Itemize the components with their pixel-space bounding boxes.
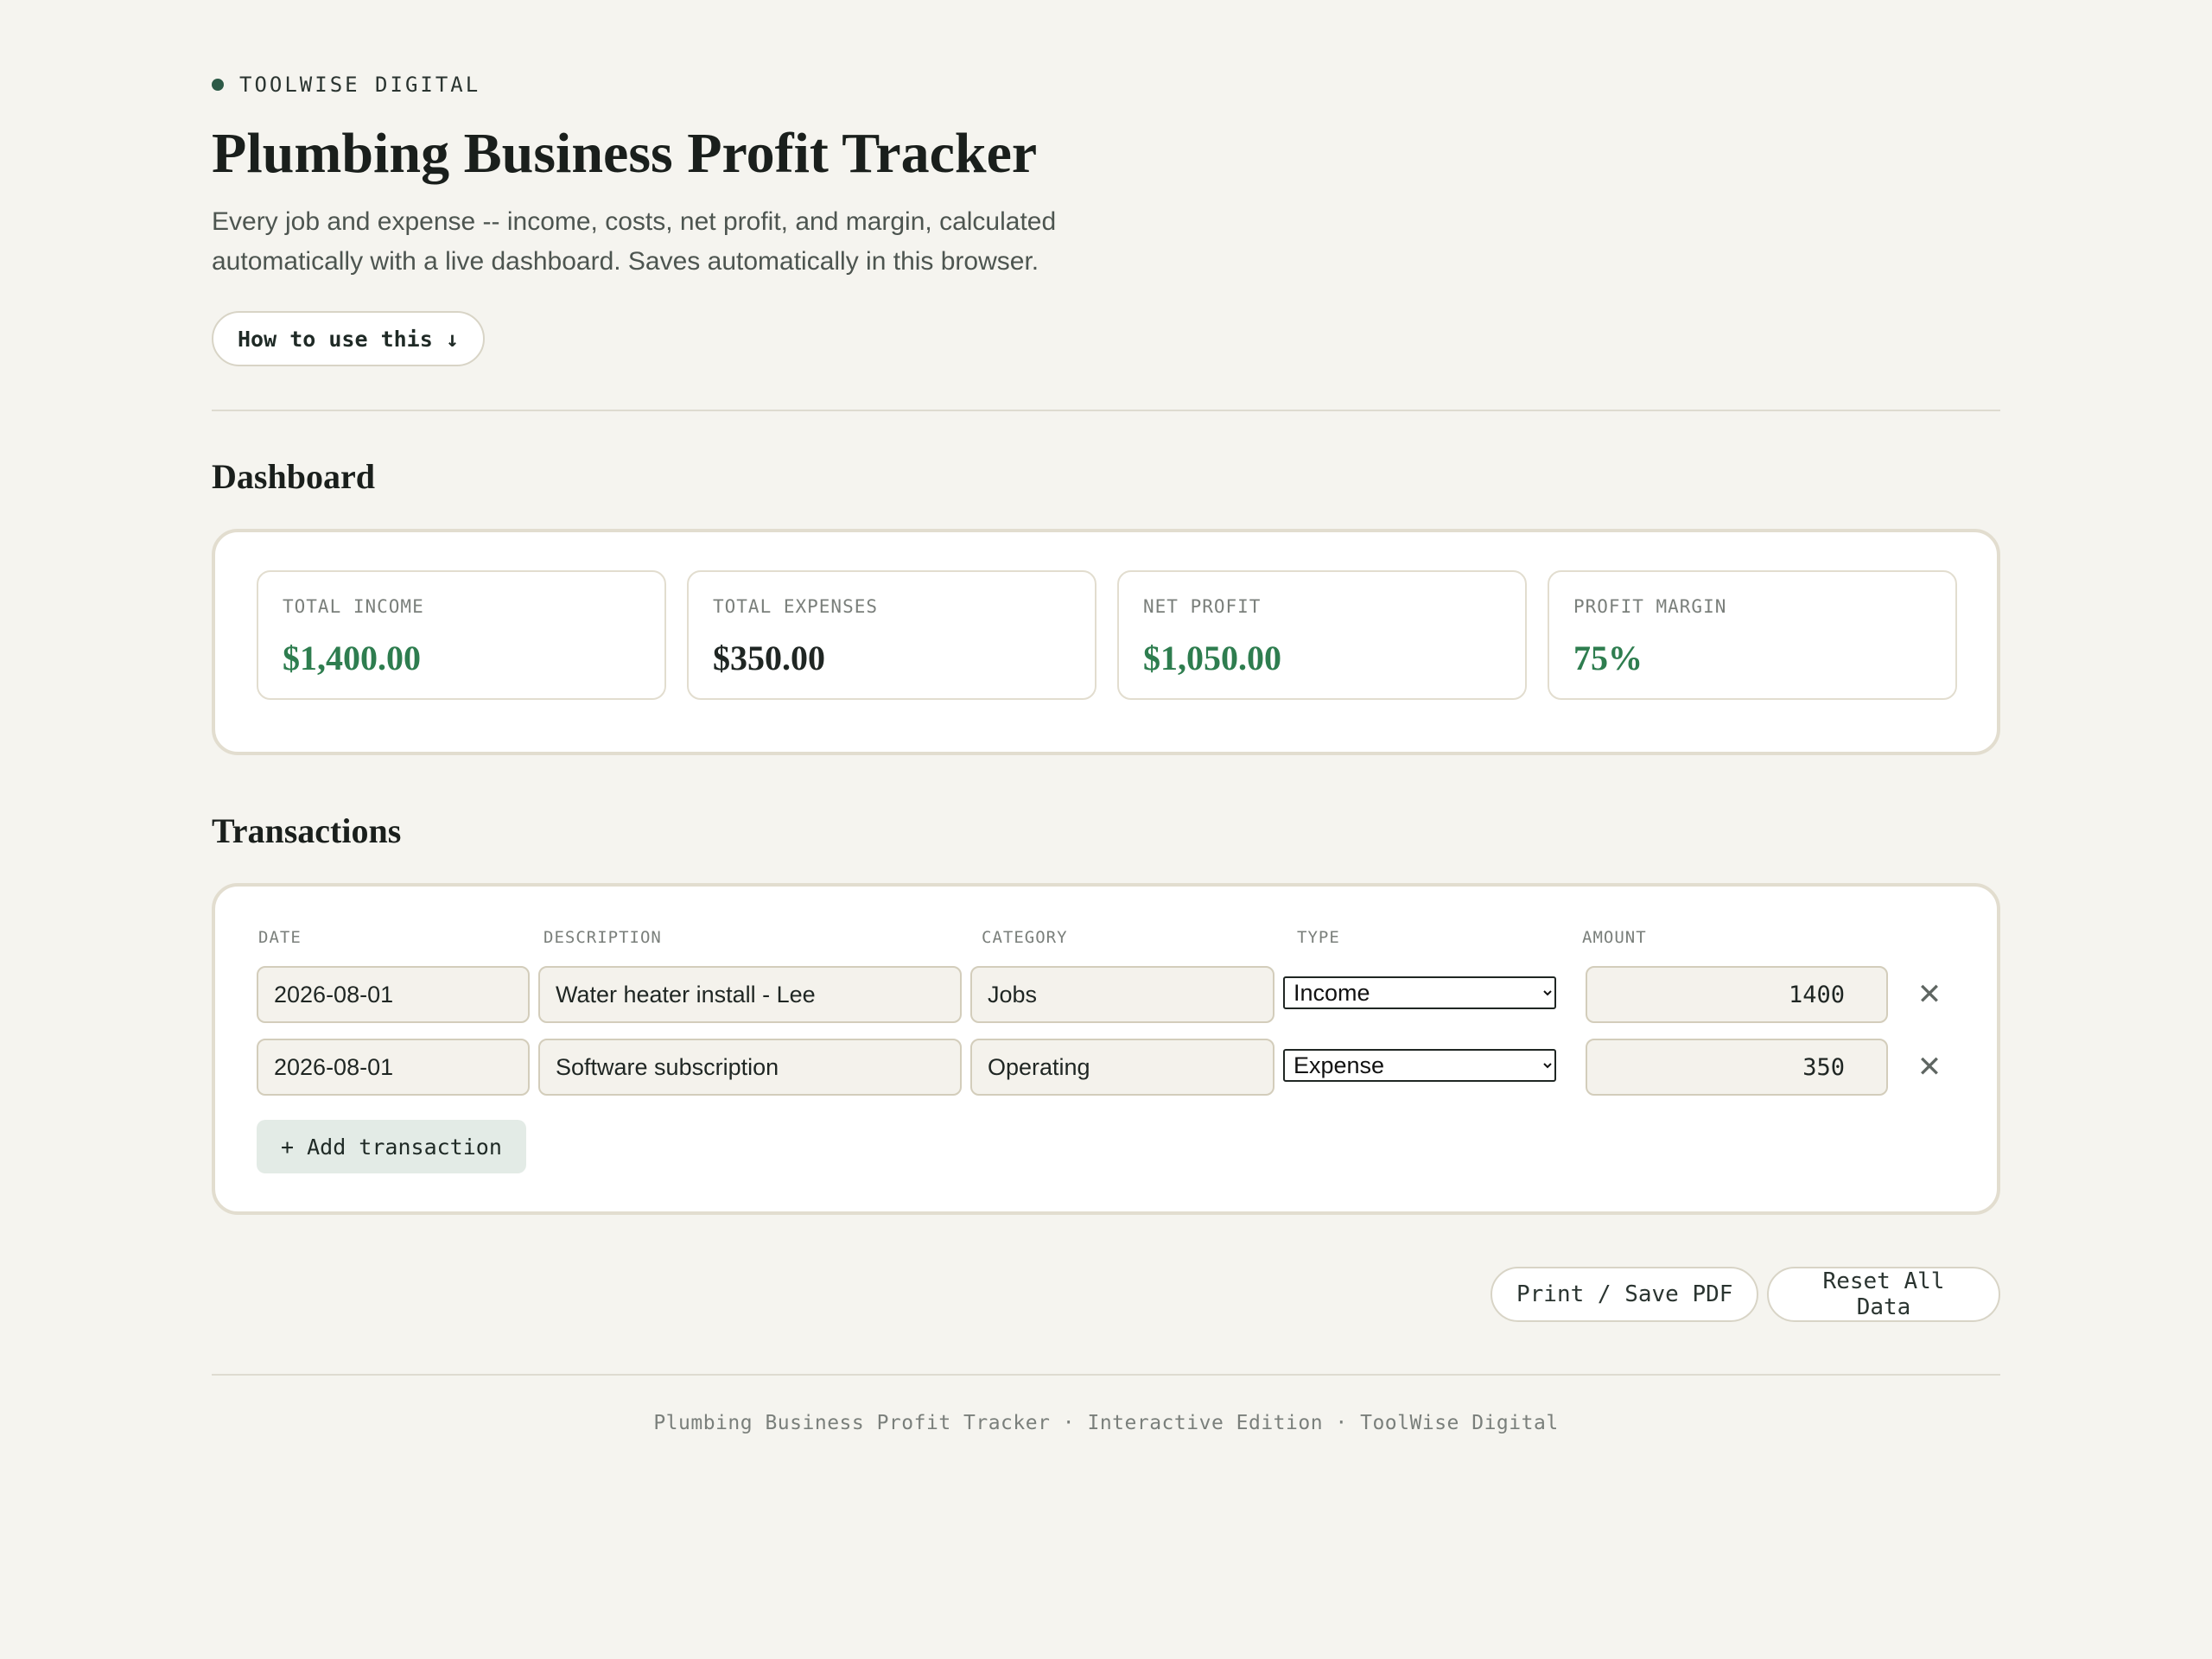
print-save-pdf-button[interactable]: Print / Save PDF [1491,1267,1759,1322]
date-input[interactable] [257,966,530,1023]
stat-profit-margin: PROFIT MARGIN 75% [1548,570,1957,700]
table-row: Expense ✕ [215,1039,1997,1096]
stat-total-income: TOTAL INCOME $1,400.00 [257,570,666,700]
add-transaction-button[interactable]: + Add transaction [257,1120,526,1173]
type-select[interactable]: Expense [1283,1049,1556,1082]
brand-name: TOOLWISE DIGITAL [239,73,481,97]
divider [212,410,2000,411]
column-header-date: DATE [258,928,302,947]
stat-label: PROFIT MARGIN [1573,596,1727,617]
dashboard-panel: TOTAL INCOME $1,400.00 TOTAL EXPENSES $3… [212,529,2000,755]
category-input[interactable] [970,966,1274,1023]
amount-input[interactable] [1586,1039,1888,1096]
column-header-amount: AMOUNT [1582,928,1647,947]
stat-value: 75% [1573,639,1643,677]
brand: TOOLWISE DIGITAL [212,73,480,97]
category-input[interactable] [970,1039,1274,1096]
table-row: Income ✕ [215,966,1997,1023]
column-header-type: TYPE [1297,928,1340,947]
stat-value: $1,400.00 [283,639,421,677]
date-input[interactable] [257,1039,530,1096]
description-input[interactable] [538,1039,962,1096]
page-title: Plumbing Business Profit Tracker [212,122,1038,185]
page-subtitle: Every job and expense -- income, costs, … [212,207,1057,276]
type-select[interactable]: Income [1283,976,1556,1009]
footer-text: Plumbing Business Profit Tracker · Inter… [653,1412,1559,1434]
column-header-description: DESCRIPTION [543,928,662,947]
close-icon[interactable]: ✕ [1912,966,1947,1023]
dashboard-title: Dashboard [212,457,375,496]
transactions-title: Transactions [212,811,402,850]
how-to-use-button[interactable]: How to use this ↓ [212,311,485,366]
footer-divider [212,1374,2000,1376]
close-icon[interactable]: ✕ [1912,1039,1947,1096]
transactions-panel: DATE DESCRIPTION CATEGORY TYPE AMOUNT In… [212,883,2000,1215]
column-header-category: CATEGORY [982,928,1068,947]
stat-net-profit: NET PROFIT $1,050.00 [1117,570,1527,700]
amount-input[interactable] [1586,966,1888,1023]
stat-label: NET PROFIT [1143,596,1262,617]
stat-label: TOTAL EXPENSES [713,596,879,617]
description-input[interactable] [538,966,962,1023]
brand-dot-icon [212,79,224,91]
stat-total-expenses: TOTAL EXPENSES $350.00 [687,570,1096,700]
reset-all-data-button[interactable]: Reset All Data [1767,1267,2000,1322]
stat-value: $350.00 [713,639,825,677]
stat-value: $1,050.00 [1143,639,1281,677]
stat-label: TOTAL INCOME [283,596,424,617]
